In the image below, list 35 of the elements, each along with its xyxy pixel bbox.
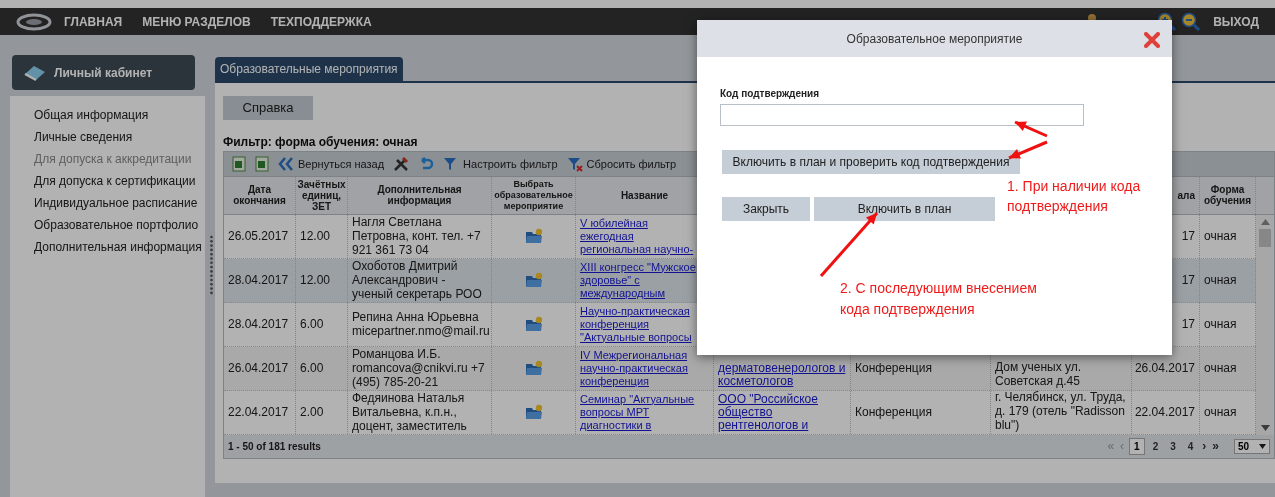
table-cell: очная (1204, 405, 1237, 420)
field-label: Код подтверждения (720, 87, 821, 101)
table-cell: 12.00 (300, 229, 331, 244)
table-cell: 26.04.2017 (1134, 361, 1195, 376)
filter-label: Фильтр: форма обучения: очная (223, 133, 418, 151)
annotation-text: 2. С последующим внесением кода подтверждения (840, 279, 1038, 319)
table-cell: 28.04.2017 (228, 317, 289, 332)
table-cell: 12.00 (300, 273, 331, 288)
table-cell: г. Челябинск, ул. Труда, д. 179 (отель "Radisson blu") (995, 390, 1127, 432)
table-cell: Конференция (855, 405, 932, 420)
table-cell-text: Романцова И.Б. romancova@cnikvi.ru +7 (495) 785-20-21 (352, 347, 486, 390)
table-cell: 2.00 (300, 405, 324, 420)
table-cell: Конференция (855, 361, 932, 376)
modal-title: Образовательное мероприятие (846, 30, 1023, 48)
results-count: 1 - 50 of 181 results (228, 439, 321, 454)
table-cell: 28.04.2017 (228, 273, 289, 288)
table-cell: очная (1204, 361, 1237, 376)
table-cell: очная (1204, 273, 1237, 288)
table-cell: 26.05.2017 (228, 229, 289, 244)
table-cell: 22.04.2017 (1134, 405, 1195, 420)
table-cell: 6.00 (300, 361, 324, 376)
table-cell: 17 (1181, 317, 1195, 332)
table-cell: 17 (1181, 273, 1195, 288)
annotation-text: 1. При наличии кода подтверждения (1007, 177, 1142, 216)
table-cell: очная (1204, 317, 1237, 332)
table-cell: Репина Анна Юрьевна micepartner.nmo@mail.ru (352, 310, 490, 339)
table-cell-text: Федяинова Наталья Витальевна, к.п.н., доцент, заместитель (352, 391, 468, 434)
table-cell-text: Нагля Светлана Петровна, конт. тел. +7 921 361 73 04 (352, 215, 482, 258)
table-cell: очная (1204, 229, 1237, 244)
sidebar-title: Личный кабинет (54, 64, 153, 82)
table-cell: 17 (1181, 229, 1195, 244)
table-cell: 26.04.2017 (228, 361, 289, 376)
table-cell-text: Охоботов Дмитрий Александрович - ученый секретарь РОО (352, 259, 483, 302)
table-cell: 22.04.2017 (228, 405, 289, 420)
table-cell: 6.00 (300, 317, 324, 332)
